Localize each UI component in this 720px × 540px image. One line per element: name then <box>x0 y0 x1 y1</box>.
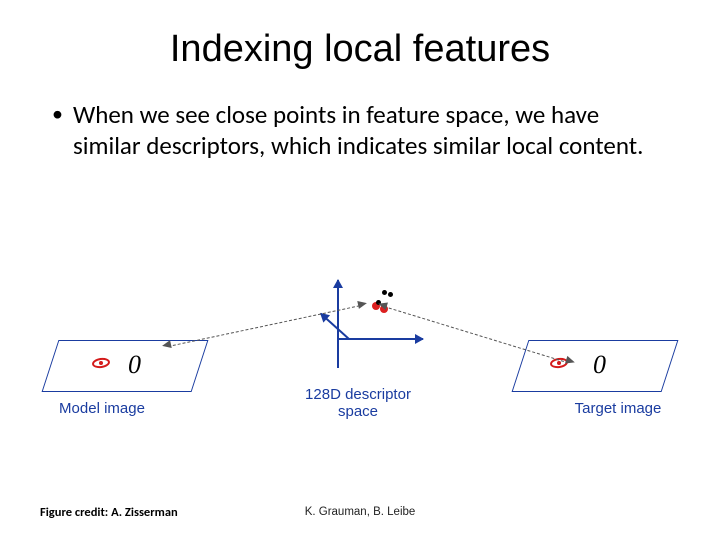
point-black-icon <box>388 292 393 297</box>
slide: Indexing local features • When we see cl… <box>0 0 720 540</box>
model-caption: Model image <box>42 400 162 417</box>
target-caption: Target image <box>558 400 678 417</box>
descriptor-axes-icon <box>305 280 425 390</box>
bullet-item: • When we see close points in feature sp… <box>52 99 672 162</box>
descriptor-caption: 128D descriptor space <box>288 386 428 421</box>
bullet-marker: • <box>52 99 63 129</box>
model-image-panel <box>42 340 209 392</box>
slide-authors: K. Grauman, B. Leibe <box>0 506 720 518</box>
bullet-list: • When we see close points in feature sp… <box>40 99 680 162</box>
slide-title: Indexing local features <box>40 28 680 71</box>
target-glyph: 0 <box>593 350 606 380</box>
model-glyph: 0 <box>128 350 141 380</box>
point-black-icon <box>382 290 387 295</box>
model-feature-dot-icon <box>99 361 103 365</box>
figure: 0 0 Model image 128D descriptor space Ta… <box>50 280 670 430</box>
target-feature-dot-icon <box>557 361 561 365</box>
bullet-text: When we see close points in feature spac… <box>73 99 672 162</box>
